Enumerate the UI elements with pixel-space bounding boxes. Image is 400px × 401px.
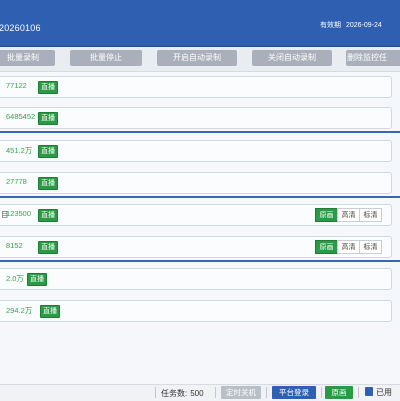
task-count: 任务数: 500 (161, 388, 204, 399)
row-divider (0, 131, 400, 133)
live-badge: 直播 (38, 209, 58, 222)
expiry-date: 2026-09-24 (346, 22, 382, 29)
task-count-label: 任务数: (161, 389, 188, 398)
app-header: 20260106 有效期 2026-09-24 (0, 0, 400, 47)
quality-original-button[interactable]: 原画 (315, 208, 338, 222)
task-row[interactable]: 77122 直播 (0, 76, 392, 98)
enable-auto-record-button[interactable]: 开启自动录制 (157, 50, 237, 66)
quality-hd-button[interactable]: 高清 (337, 240, 360, 254)
viewer-count: 77122 (6, 81, 27, 90)
disable-auto-record-button[interactable]: 关闭自动录制 (252, 50, 332, 66)
row-divider (0, 196, 400, 198)
viewer-count: 451.2万 (6, 146, 33, 155)
status-bar: 任务数: 500 定时关机 平台登录 原画 已用 (0, 384, 400, 401)
quality-hd-button[interactable]: 高清 (337, 208, 360, 222)
viewer-count: 6485452 (6, 112, 36, 121)
live-badge: 直播 (38, 241, 58, 254)
toolbar: 批量录制 批量停止 开启自动录制 关闭自动录制 删除监控任 (0, 47, 400, 72)
live-badge: 直播 (27, 273, 47, 286)
task-row[interactable]: 目 123500 直播 原画 高清 标清 (0, 204, 392, 226)
batch-stop-button[interactable]: 批量停止 (70, 50, 142, 66)
task-row[interactable]: 6485452 直播 (0, 107, 392, 129)
quality-original-button[interactable]: 原画 (325, 386, 353, 399)
separator (215, 387, 216, 398)
task-row[interactable]: 27778 直播 (0, 172, 392, 194)
app-title: 20260106 (0, 23, 41, 33)
viewer-count: 294.2万 (6, 306, 33, 315)
used-indicator: 已用 (365, 387, 392, 398)
live-badge: 直播 (38, 112, 58, 125)
batch-record-button[interactable]: 批量录制 (0, 50, 55, 66)
used-label: 已用 (376, 388, 392, 397)
device-icon (365, 387, 373, 396)
quality-sd-button[interactable]: 标清 (359, 240, 382, 254)
live-badge: 直播 (40, 305, 60, 318)
scheduled-shutdown-button[interactable]: 定时关机 (221, 386, 261, 399)
viewer-count: 27778 (6, 177, 27, 186)
separator (155, 387, 156, 398)
separator (266, 387, 267, 398)
task-row[interactable]: 294.2万 直播 (0, 300, 392, 322)
delete-monitor-button[interactable]: 删除监控任 (346, 50, 400, 66)
task-row[interactable]: 8152 直播 原画 高清 标清 (0, 236, 392, 258)
separator (358, 387, 359, 398)
task-row[interactable]: 451.2万 直播 (0, 140, 392, 162)
task-row[interactable]: 2.0万 直播 (0, 268, 392, 290)
platform-login-button[interactable]: 平台登录 (272, 386, 316, 399)
quality-selector: 原画 高清 标清 (315, 240, 382, 254)
expiry-label: 有效期 (320, 22, 341, 29)
separator (321, 387, 322, 398)
row-divider (0, 260, 400, 262)
live-badge: 直播 (38, 145, 58, 158)
quality-sd-button[interactable]: 标清 (359, 208, 382, 222)
viewer-count: 123500 (6, 209, 32, 218)
expiry-info: 有效期 2026-09-24 (320, 20, 382, 30)
quality-selector: 原画 高清 标清 (315, 208, 382, 222)
live-badge: 直播 (38, 177, 58, 190)
viewer-count: 8152 (6, 241, 23, 250)
live-badge: 直播 (38, 81, 58, 94)
task-count-value: 500 (190, 389, 204, 398)
viewer-count: 2.0万 (6, 274, 24, 283)
quality-original-button[interactable]: 原画 (315, 240, 338, 254)
